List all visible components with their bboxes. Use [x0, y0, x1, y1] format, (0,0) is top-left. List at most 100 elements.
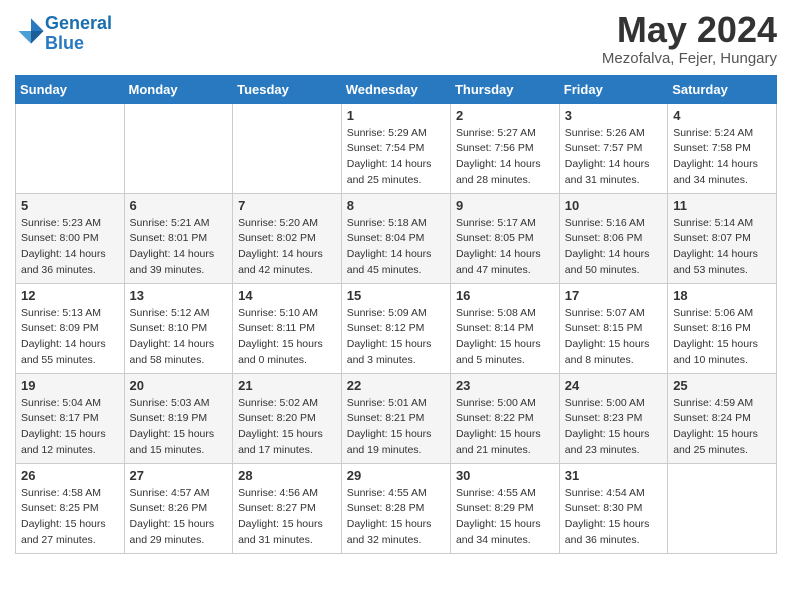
day-info: Sunrise: 5:09 AMSunset: 8:12 PMDaylight:…: [347, 306, 445, 369]
calendar-cell: 31 Sunrise: 4:54 AMSunset: 8:30 PMDayligh…: [559, 463, 667, 553]
calendar-cell: 25 Sunrise: 4:59 AMSunset: 8:24 PMDayligh…: [668, 373, 777, 463]
logo-text: General Blue: [45, 14, 112, 54]
weekday-header-sunday: Sunday: [16, 75, 125, 103]
calendar-cell: 19 Sunrise: 5:04 AMSunset: 8:17 PMDayligh…: [16, 373, 125, 463]
day-number: 27: [130, 468, 228, 483]
day-info: Sunrise: 5:23 AMSunset: 8:00 PMDaylight:…: [21, 216, 119, 279]
day-number: 16: [456, 288, 554, 303]
weekday-header-thursday: Thursday: [450, 75, 559, 103]
calendar-week-row: 12Sunrise: 5:13 AMSunset: 8:09 PMDayligh…: [16, 283, 777, 373]
calendar-cell: 22Sunrise: 5:01 AMSunset: 8:21 PMDayligh…: [341, 373, 450, 463]
calendar-cell: 30 Sunrise: 4:55 AMSunset: 8:29 PMDayligh…: [450, 463, 559, 553]
day-number: 24: [565, 378, 662, 393]
title-block: May 2024 Mezofalva, Fejer, Hungary: [602, 10, 777, 67]
calendar-cell: [124, 103, 233, 193]
day-info: Sunrise: 4:55 AMSunset: 8:28 PMDaylight:…: [347, 486, 445, 549]
day-number: 18: [673, 288, 771, 303]
day-info: Sunrise: 5:14 AMSunset: 8:07 PMDaylight:…: [673, 216, 771, 279]
calendar-cell: 3 Sunrise: 5:26 AMSunset: 7:57 PMDaylight…: [559, 103, 667, 193]
day-info: Sunrise: 5:00 AMSunset: 8:23 PMDaylight:…: [565, 396, 662, 459]
calendar-cell: 1 Sunrise: 5:29 AMSunset: 7:54 PMDaylight…: [341, 103, 450, 193]
day-info: Sunrise: 5:06 AMSunset: 8:16 PMDaylight:…: [673, 306, 771, 369]
weekday-header-saturday: Saturday: [668, 75, 777, 103]
page-header: General Blue May 2024 Mezofalva, Fejer, …: [15, 10, 777, 67]
location: Mezofalva, Fejer, Hungary: [602, 50, 777, 67]
day-number: 26: [21, 468, 119, 483]
calendar-week-row: 1 Sunrise: 5:29 AMSunset: 7:54 PMDaylight…: [16, 103, 777, 193]
calendar-cell: 27 Sunrise: 4:57 AMSunset: 8:26 PMDayligh…: [124, 463, 233, 553]
calendar-cell: 14 Sunrise: 5:10 AMSunset: 8:11 PMDayligh…: [233, 283, 342, 373]
day-info: Sunrise: 5:04 AMSunset: 8:17 PMDaylight:…: [21, 396, 119, 459]
calendar-cell: 21 Sunrise: 5:02 AMSunset: 8:20 PMDayligh…: [233, 373, 342, 463]
calendar-cell: 26 Sunrise: 4:58 AMSunset: 8:25 PMDayligh…: [16, 463, 125, 553]
calendar-cell: 8 Sunrise: 5:18 AMSunset: 8:04 PMDaylight…: [341, 193, 450, 283]
day-number: 2: [456, 108, 554, 123]
day-info: Sunrise: 5:00 AMSunset: 8:22 PMDaylight:…: [456, 396, 554, 459]
calendar-cell: 7Sunrise: 5:20 AMSunset: 8:02 PMDaylight…: [233, 193, 342, 283]
day-number: 21: [238, 378, 336, 393]
day-number: 14: [238, 288, 336, 303]
day-info: Sunrise: 5:29 AMSunset: 7:54 PMDaylight:…: [347, 126, 445, 189]
weekday-header-friday: Friday: [559, 75, 667, 103]
calendar-table: SundayMondayTuesdayWednesdayThursdayFrid…: [15, 75, 777, 554]
calendar-week-row: 19 Sunrise: 5:04 AMSunset: 8:17 PMDayligh…: [16, 373, 777, 463]
calendar-cell: 10 Sunrise: 5:16 AMSunset: 8:06 PMDayligh…: [559, 193, 667, 283]
day-number: 10: [565, 198, 662, 213]
day-number: 12: [21, 288, 119, 303]
calendar-cell: 5Sunrise: 5:23 AMSunset: 8:00 PMDaylight…: [16, 193, 125, 283]
weekday-header-row: SundayMondayTuesdayWednesdayThursdayFrid…: [16, 75, 777, 103]
calendar-cell: 11 Sunrise: 5:14 AMSunset: 8:07 PMDayligh…: [668, 193, 777, 283]
day-number: 30: [456, 468, 554, 483]
day-number: 6: [130, 198, 228, 213]
day-info: Sunrise: 4:58 AMSunset: 8:25 PMDaylight:…: [21, 486, 119, 549]
weekday-header-monday: Monday: [124, 75, 233, 103]
logo: General Blue: [15, 14, 112, 54]
calendar-cell: 9Sunrise: 5:17 AMSunset: 8:05 PMDaylight…: [450, 193, 559, 283]
day-number: 29: [347, 468, 445, 483]
day-info: Sunrise: 5:26 AMSunset: 7:57 PMDaylight:…: [565, 126, 662, 189]
calendar-cell: 6Sunrise: 5:21 AMSunset: 8:01 PMDaylight…: [124, 193, 233, 283]
calendar-week-row: 26 Sunrise: 4:58 AMSunset: 8:25 PMDayligh…: [16, 463, 777, 553]
calendar-cell: 16Sunrise: 5:08 AMSunset: 8:14 PMDayligh…: [450, 283, 559, 373]
day-info: Sunrise: 5:01 AMSunset: 8:21 PMDaylight:…: [347, 396, 445, 459]
day-info: Sunrise: 5:07 AMSunset: 8:15 PMDaylight:…: [565, 306, 662, 369]
day-info: Sunrise: 5:18 AMSunset: 8:04 PMDaylight:…: [347, 216, 445, 279]
calendar-cell: 23 Sunrise: 5:00 AMSunset: 8:22 PMDayligh…: [450, 373, 559, 463]
weekday-header-tuesday: Tuesday: [233, 75, 342, 103]
day-info: Sunrise: 5:20 AMSunset: 8:02 PMDaylight:…: [238, 216, 336, 279]
day-number: 3: [565, 108, 662, 123]
day-number: 31: [565, 468, 662, 483]
calendar-week-row: 5Sunrise: 5:23 AMSunset: 8:00 PMDaylight…: [16, 193, 777, 283]
day-info: Sunrise: 4:59 AMSunset: 8:24 PMDaylight:…: [673, 396, 771, 459]
day-number: 11: [673, 198, 771, 213]
day-info: Sunrise: 4:57 AMSunset: 8:26 PMDaylight:…: [130, 486, 228, 549]
logo-icon: [17, 17, 45, 45]
day-info: Sunrise: 5:03 AMSunset: 8:19 PMDaylight:…: [130, 396, 228, 459]
day-info: Sunrise: 5:27 AMSunset: 7:56 PMDaylight:…: [456, 126, 554, 189]
day-number: 1: [347, 108, 445, 123]
day-info: Sunrise: 4:56 AMSunset: 8:27 PMDaylight:…: [238, 486, 336, 549]
day-info: Sunrise: 5:02 AMSunset: 8:20 PMDaylight:…: [238, 396, 336, 459]
day-number: 25: [673, 378, 771, 393]
day-info: Sunrise: 5:17 AMSunset: 8:05 PMDaylight:…: [456, 216, 554, 279]
calendar-cell: 18 Sunrise: 5:06 AMSunset: 8:16 PMDayligh…: [668, 283, 777, 373]
day-number: 15: [347, 288, 445, 303]
day-info: Sunrise: 4:54 AMSunset: 8:30 PMDaylight:…: [565, 486, 662, 549]
month-title: May 2024: [602, 10, 777, 50]
day-number: 28: [238, 468, 336, 483]
day-info: Sunrise: 5:16 AMSunset: 8:06 PMDaylight:…: [565, 216, 662, 279]
day-number: 8: [347, 198, 445, 213]
weekday-header-wednesday: Wednesday: [341, 75, 450, 103]
calendar-cell: 13Sunrise: 5:12 AMSunset: 8:10 PMDayligh…: [124, 283, 233, 373]
logo-blue: Blue: [45, 33, 84, 53]
day-number: 19: [21, 378, 119, 393]
calendar-cell: 12Sunrise: 5:13 AMSunset: 8:09 PMDayligh…: [16, 283, 125, 373]
day-info: Sunrise: 5:10 AMSunset: 8:11 PMDaylight:…: [238, 306, 336, 369]
day-info: Sunrise: 4:55 AMSunset: 8:29 PMDaylight:…: [456, 486, 554, 549]
day-number: 23: [456, 378, 554, 393]
calendar-cell: 28 Sunrise: 4:56 AMSunset: 8:27 PMDayligh…: [233, 463, 342, 553]
calendar-cell: 15 Sunrise: 5:09 AMSunset: 8:12 PMDayligh…: [341, 283, 450, 373]
calendar-cell: 2 Sunrise: 5:27 AMSunset: 7:56 PMDaylight…: [450, 103, 559, 193]
calendar-cell: [668, 463, 777, 553]
day-number: 13: [130, 288, 228, 303]
